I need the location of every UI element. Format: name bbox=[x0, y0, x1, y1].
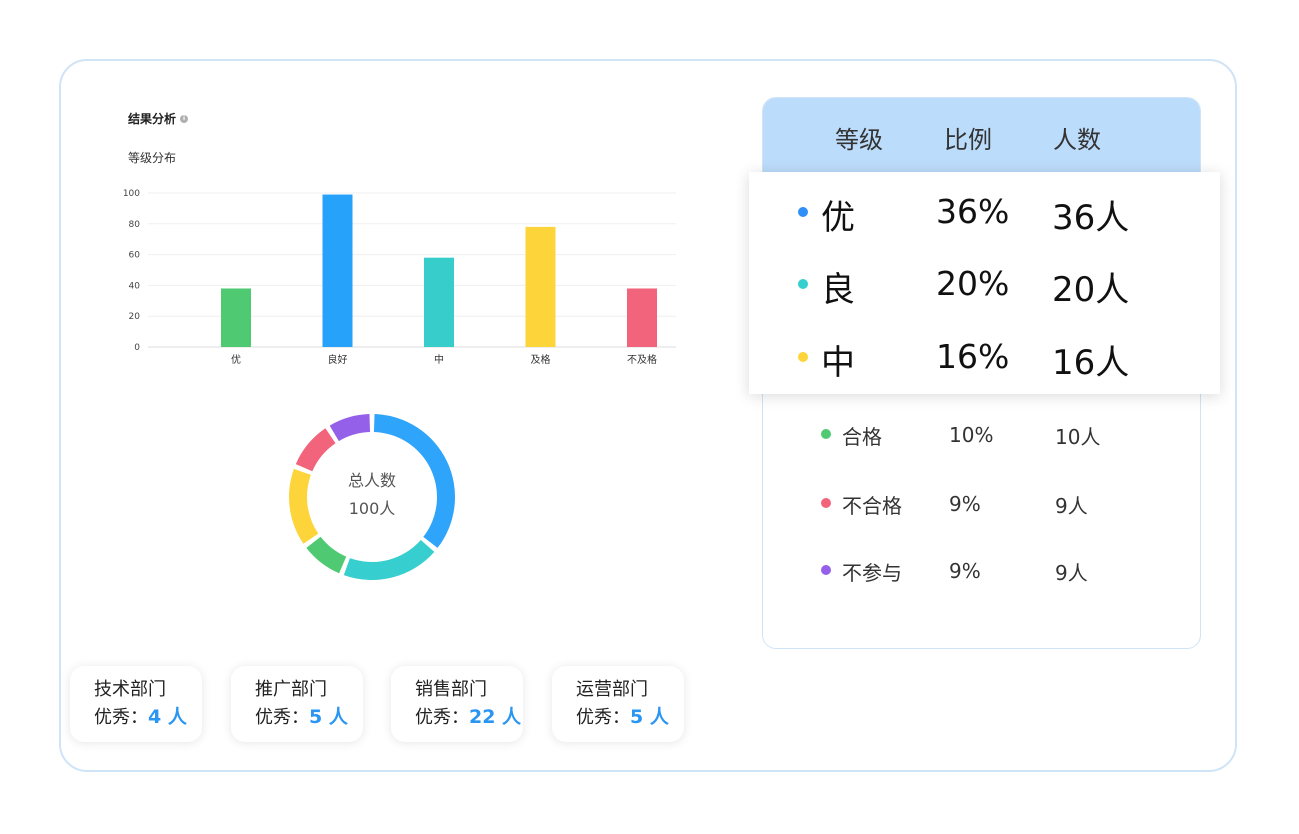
x-tick-label: 及格 bbox=[531, 353, 551, 366]
grade-bar-chart: 0 20 40 60 80 100 优 良好 中 及格 不及格 bbox=[123, 189, 676, 366]
grade-count: 36人 bbox=[1052, 198, 1130, 238]
department-name: 推广部门 bbox=[255, 679, 327, 700]
excellent-label: 优秀： bbox=[576, 707, 630, 728]
header-level: 等级 bbox=[835, 126, 883, 154]
grade-name: 中 bbox=[821, 343, 855, 383]
department-excellent-line: 优秀：5 人 bbox=[255, 702, 363, 733]
grade-row-highlight[interactable]: 优 36% 36人 bbox=[749, 176, 1220, 246]
chart-subtitle: 等级分布 bbox=[128, 151, 177, 165]
donut-center: 总人数 100人 bbox=[282, 405, 462, 585]
grade-count: 16人 bbox=[1052, 343, 1130, 383]
y-tick-label: 40 bbox=[129, 281, 141, 291]
department-card[interactable]: 技术部门 优秀：4 人 bbox=[70, 666, 202, 742]
excellent-label: 优秀： bbox=[255, 707, 309, 728]
grade-count: 10人 bbox=[1055, 425, 1101, 449]
department-name: 技术部门 bbox=[94, 679, 166, 700]
y-tick-label: 20 bbox=[129, 312, 141, 322]
department-excellent-line: 优秀：22 人 bbox=[415, 702, 523, 733]
grade-pct: 20% bbox=[936, 264, 1010, 303]
y-tick-label: 60 bbox=[129, 251, 141, 261]
highlight-rows-card: 优 36% 36人良 20% 20人中 16% 16人 bbox=[749, 172, 1220, 394]
department-excellent-line: 优秀：4 人 bbox=[94, 702, 202, 733]
grade-pct: 9% bbox=[949, 492, 981, 516]
bar-1[interactable] bbox=[322, 194, 353, 347]
grade-name: 不合格 bbox=[842, 494, 902, 518]
grade-dot bbox=[798, 352, 808, 362]
header-count: 人数 bbox=[1053, 126, 1101, 154]
department-name: 运营部门 bbox=[576, 679, 648, 700]
table-header: 等级 比例 人数 bbox=[763, 98, 1200, 172]
grade-row[interactable]: 不参与 9% 9人 bbox=[763, 551, 1200, 591]
grade-pct: 36% bbox=[936, 192, 1010, 231]
department-excellent-line: 优秀：5 人 bbox=[576, 702, 684, 733]
excellent-label: 优秀： bbox=[415, 707, 469, 728]
grade-name: 优 bbox=[821, 198, 855, 238]
grade-pct: 10% bbox=[949, 423, 994, 447]
department-card[interactable]: 运营部门 优秀：5 人 bbox=[552, 666, 684, 742]
grade-dot bbox=[798, 279, 808, 289]
excellent-label: 优秀： bbox=[94, 707, 148, 728]
x-tick-label: 良好 bbox=[328, 353, 348, 366]
grade-dot bbox=[821, 429, 831, 439]
grade-dot bbox=[821, 498, 831, 508]
y-tick-label: 100 bbox=[123, 189, 140, 199]
department-card[interactable]: 销售部门 优秀：22 人 bbox=[391, 666, 523, 742]
grade-name: 不参与 bbox=[842, 561, 902, 585]
department-name: 销售部门 bbox=[415, 679, 487, 700]
x-tick-label: 中 bbox=[434, 353, 444, 366]
grade-row[interactable]: 不合格 9% 9人 bbox=[763, 484, 1200, 524]
grade-row[interactable]: 合格 10% 10人 bbox=[763, 415, 1200, 455]
y-tick-label: 80 bbox=[129, 220, 141, 230]
x-tick-label: 不及格 bbox=[627, 353, 657, 366]
bar-4[interactable] bbox=[627, 288, 657, 347]
grade-name: 良 bbox=[821, 270, 855, 310]
info-icon[interactable]: i bbox=[180, 114, 189, 123]
section-title-text: 结果分析 bbox=[128, 112, 177, 126]
grade-pct: 16% bbox=[936, 337, 1010, 376]
donut-center-label: 总人数 bbox=[347, 471, 396, 490]
excellent-count: 5 人 bbox=[309, 706, 348, 728]
y-tick-label: 0 bbox=[134, 343, 140, 353]
grade-count: 20人 bbox=[1052, 270, 1130, 310]
excellent-count: 22 人 bbox=[469, 706, 522, 728]
grade-row-highlight[interactable]: 中 16% 16人 bbox=[749, 321, 1220, 391]
bar-2[interactable] bbox=[424, 257, 454, 347]
grade-pct: 9% bbox=[949, 559, 981, 583]
section-title: 结果分析 i bbox=[128, 110, 189, 127]
grade-name: 合格 bbox=[842, 425, 882, 449]
donut-center-value: 100人 bbox=[348, 499, 396, 518]
excellent-count: 4 人 bbox=[148, 706, 187, 728]
bar-3[interactable] bbox=[525, 226, 556, 347]
grade-dot bbox=[821, 565, 831, 575]
header-ratio: 比例 bbox=[944, 126, 992, 154]
x-tick-label: 优 bbox=[231, 353, 241, 366]
grade-count: 9人 bbox=[1055, 561, 1088, 585]
excellent-count: 5 人 bbox=[630, 706, 669, 728]
grade-row-highlight[interactable]: 良 20% 20人 bbox=[749, 248, 1220, 318]
bar-0[interactable] bbox=[221, 288, 251, 347]
department-card[interactable]: 推广部门 优秀：5 人 bbox=[231, 666, 363, 742]
grade-count: 9人 bbox=[1055, 494, 1088, 518]
grade-dot bbox=[798, 207, 808, 217]
